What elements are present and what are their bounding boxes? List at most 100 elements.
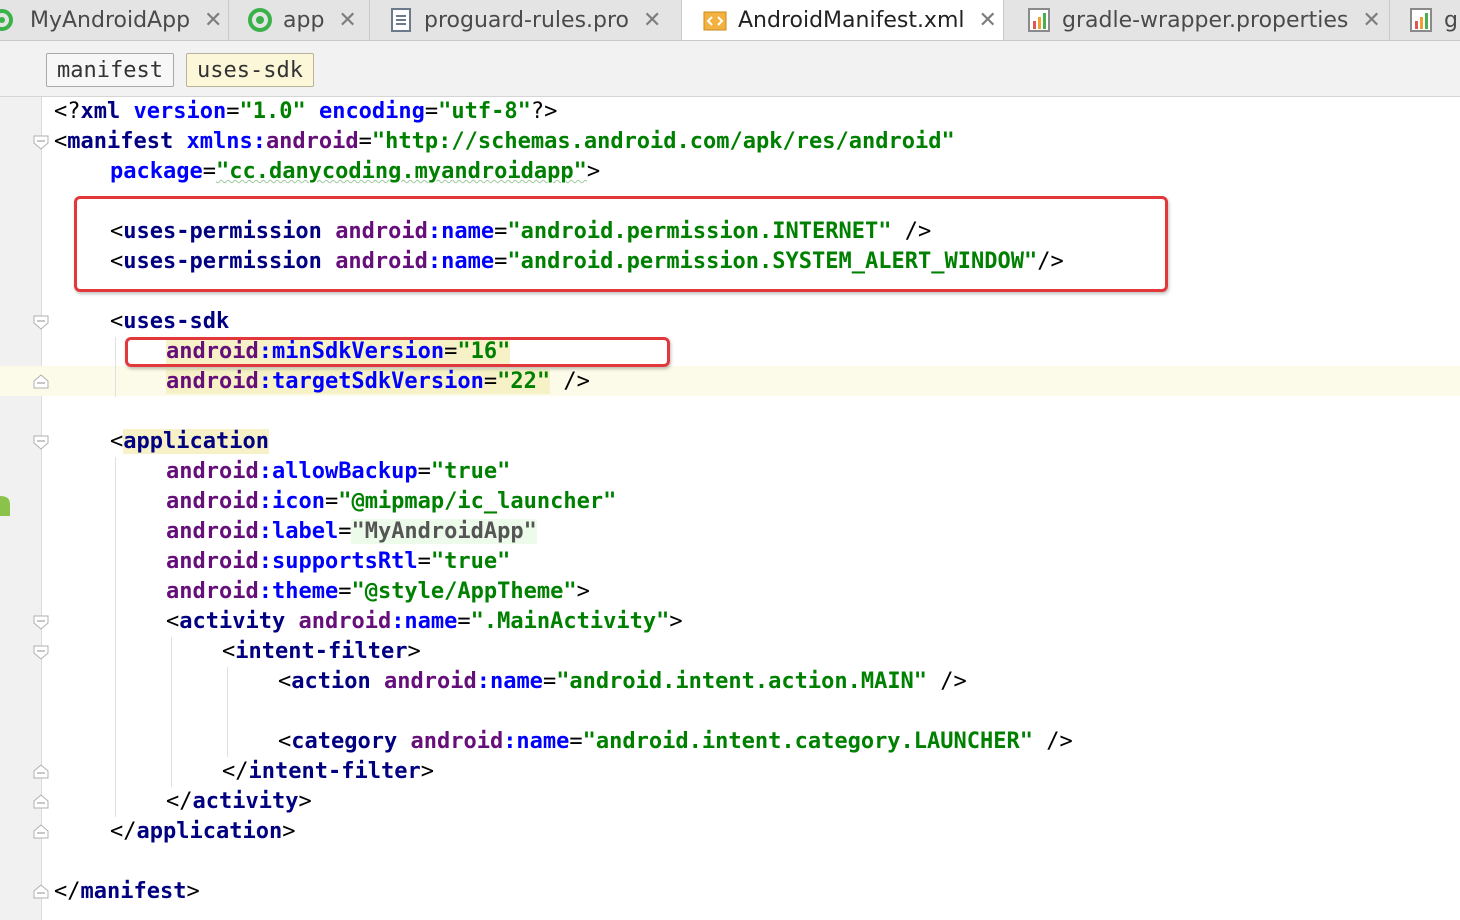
code-token: = [569, 729, 583, 754]
tab-label: gradle-wrapper.properties [1062, 7, 1349, 33]
breadcrumb-item-manifest[interactable]: manifest [46, 53, 174, 87]
code-line: <category android:name="android.intent.c… [0, 727, 1460, 757]
tab-label: app [283, 7, 325, 33]
code-token: ".MainActivity" [470, 609, 670, 634]
code-line: android:supportsRtl="true" [0, 547, 1460, 577]
code-token: android [298, 609, 392, 634]
code-token: > [186, 879, 200, 904]
code-line: <activity android:name=".MainActivity"> [0, 607, 1460, 637]
code-token: android [166, 549, 259, 574]
code-token: xml [80, 99, 121, 124]
code-token: intent-filter [248, 759, 421, 784]
code-token: < [110, 429, 124, 454]
code-token: = [226, 99, 240, 124]
android-module-icon [248, 8, 272, 32]
code-token: ?> [530, 99, 558, 124]
code-token: < [166, 609, 180, 634]
text-file-icon [391, 8, 411, 32]
code-token: "@style/AppTheme" [351, 579, 577, 604]
code-token: :supportsRtl [258, 549, 418, 574]
code-token: = [542, 669, 557, 694]
code-line: <?xml version="1.0" encoding="utf-8"?> [0, 97, 1460, 127]
code-token: package [110, 159, 203, 184]
code-token: = [338, 579, 352, 604]
code-token: < [54, 129, 68, 154]
code-line: package="cc.danycoding.myandroidapp"> [0, 157, 1460, 187]
tab-proguard-rules[interactable]: proguard-rules.pro ✕ [370, 0, 682, 40]
breadcrumb-item-uses-sdk[interactable]: uses-sdk [186, 53, 314, 87]
close-icon[interactable]: ✕ [338, 8, 356, 33]
code-token: :theme [258, 579, 339, 604]
xml-file-icon [703, 11, 727, 30]
code-token: activity [192, 789, 299, 814]
code-token: activity [179, 609, 286, 634]
close-icon[interactable]: ✕ [204, 8, 222, 33]
code-line: android:allowBackup="true" [0, 457, 1460, 487]
close-icon[interactable]: ✕ [979, 8, 997, 33]
code-line: </activity> [0, 787, 1460, 817]
code-token: :name [476, 669, 543, 694]
close-icon[interactable]: ✕ [643, 8, 661, 33]
code-line: <uses-sdk [0, 307, 1460, 337]
code-token: :icon [258, 489, 325, 514]
code-token: android [166, 489, 259, 514]
code-token: = [202, 159, 216, 184]
code-token: = [324, 489, 339, 514]
code-token: /> [927, 669, 967, 694]
code-token: encoding [305, 99, 425, 124]
code-line: <application [0, 427, 1460, 457]
code-editor[interactable]: <?xml version="1.0" encoding="utf-8"?> <… [0, 97, 1460, 920]
code-token: = [483, 369, 498, 394]
code-token: </ [166, 789, 193, 814]
close-icon[interactable]: ✕ [1362, 8, 1380, 33]
android-module-icon [0, 9, 13, 31]
code-token: :targetSdkVersion [258, 369, 484, 394]
code-token: "22" [497, 369, 551, 394]
code-token: uses-sdk [123, 309, 230, 334]
code-token: < [222, 639, 236, 664]
code-token: </ [110, 819, 137, 844]
code-token: </ [222, 759, 249, 784]
tab-myandroidapp[interactable]: MyAndroidApp ✕ [0, 0, 229, 40]
code-token: version [120, 99, 227, 124]
code-token: "android.intent.action.MAIN" [556, 669, 928, 694]
code-token: :name [503, 729, 570, 754]
properties-file-icon [1410, 8, 1432, 32]
tab-androidmanifest[interactable]: AndroidManifest.xml ✕ [682, 0, 1004, 40]
code-token: android [166, 459, 259, 484]
code-token: > [576, 579, 590, 604]
code-line: </manifest> [0, 877, 1460, 907]
code-token: application [123, 429, 269, 454]
code-token: > [669, 609, 683, 634]
editor-tab-bar: MyAndroidApp ✕ app ✕ proguard-rules.pro … [0, 0, 1460, 41]
code-token: "true" [430, 549, 511, 574]
tab-app[interactable]: app ✕ [229, 0, 370, 40]
code-token: category [291, 729, 398, 754]
code-line: </intent-filter> [0, 757, 1460, 787]
tab-label: MyAndroidApp [30, 7, 191, 33]
code-token: = [338, 519, 352, 544]
code-token: "@mipmap/ic_launcher" [338, 489, 617, 514]
tab-gradle-wrapper-properties[interactable]: gradle-wrapper.properties ✕ [1004, 0, 1390, 40]
code-token: < [110, 309, 124, 334]
code-token: > [282, 819, 296, 844]
code-token: > [407, 639, 421, 664]
code-line: <manifest xmlns:android="http://schemas.… [0, 127, 1460, 157]
code-token: :allowBackup [258, 459, 418, 484]
code-token: :name [391, 609, 458, 634]
code-token: android [383, 669, 477, 694]
code-token: android [410, 729, 504, 754]
code-token: android [166, 369, 259, 394]
code-token: /> [550, 369, 590, 394]
code-token: intent-filter [235, 639, 408, 664]
tab-overflow[interactable]: g [1390, 0, 1460, 40]
permissions-highlight-box [74, 196, 1168, 292]
code-token: manifest [80, 879, 187, 904]
code-token: "utf-8" [438, 99, 531, 124]
code-token: manifest [67, 129, 174, 154]
code-token: = [417, 549, 431, 574]
code-token: /> [1033, 729, 1073, 754]
code-line: android:label="MyAndroidApp" [0, 517, 1460, 547]
code-token: action [291, 669, 371, 694]
code-token: "android.intent.category.LAUNCHER" [582, 729, 1034, 754]
